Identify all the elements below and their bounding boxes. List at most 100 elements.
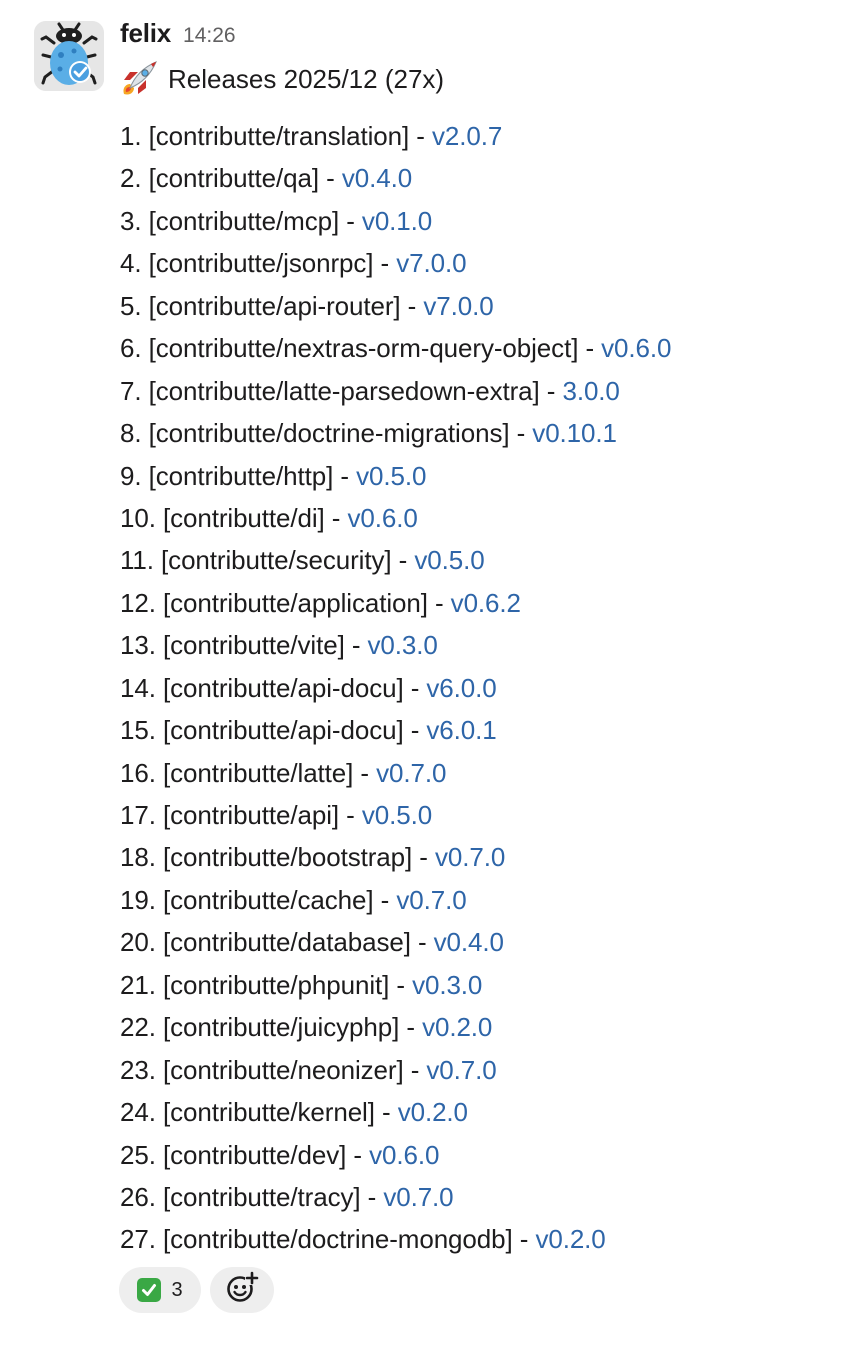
version-link[interactable]: v0.3.0: [412, 970, 482, 1000]
separator: -: [373, 884, 397, 915]
list-item: 21. [contributte/phpunit] - v0.3.0: [120, 964, 671, 1006]
list-item: 14. [contributte/api-docu] - v6.0.0: [120, 667, 671, 709]
check-reaction-button[interactable]: 3: [119, 1267, 201, 1313]
version-link[interactable]: v0.2.0: [422, 1012, 492, 1042]
separator: -: [400, 290, 424, 321]
separator: -: [373, 248, 397, 279]
list-item: 13. [contributte/vite] - v0.3.0: [120, 624, 671, 666]
repo-name: [contributte/translation]: [148, 121, 410, 151]
version-link[interactable]: v0.7.0: [376, 758, 446, 788]
version-link[interactable]: v0.6.0: [601, 333, 671, 363]
release-list: 1. [contributte/translation] - v2.0.7 2. …: [120, 115, 671, 1261]
separator: -: [512, 1224, 536, 1255]
separator: -: [578, 333, 602, 364]
separator: -: [374, 1097, 398, 1128]
version-link[interactable]: v0.7.0: [426, 1055, 496, 1085]
repo-name: [contributte/nextras-orm-query-object]: [148, 333, 579, 364]
list-item-number: 16.: [120, 757, 156, 788]
list-item: 20. [contributte/database] - v0.4.0: [120, 921, 671, 963]
sender-name[interactable]: felix: [120, 18, 171, 49]
list-item-number: 22.: [120, 1012, 156, 1043]
list-item-number: 12.: [120, 587, 156, 618]
list-item-number: 7.: [120, 375, 142, 406]
version-link[interactable]: v2.0.7: [432, 121, 502, 151]
list-item: 15. [contributte/api-docu] - v6.0.1: [120, 709, 671, 751]
version-link[interactable]: v0.7.0: [396, 885, 466, 915]
rocket-icon: [118, 58, 160, 100]
list-item-number: 15.: [120, 715, 156, 746]
list-item: 9. [contributte/http] - v0.5.0: [120, 455, 671, 497]
version-link[interactable]: v0.7.0: [435, 842, 505, 872]
repo-name: [contributte/kernel]: [162, 1097, 375, 1128]
separator: -: [344, 630, 368, 661]
list-item: 8. [contributte/doctrine-migrations] - v…: [120, 412, 671, 454]
version-link[interactable]: v0.2.0: [398, 1097, 468, 1127]
message-timestamp[interactable]: 14:26: [183, 24, 236, 48]
list-item: 2. [contributte/qa] - v0.4.0: [120, 157, 671, 199]
separator: -: [427, 587, 451, 618]
list-item-number: 19.: [120, 884, 156, 915]
version-link[interactable]: v0.6.0: [369, 1140, 439, 1170]
repo-name: [contributte/jsonrpc]: [148, 248, 374, 279]
list-item-number: 5.: [120, 290, 142, 321]
repo-name: [contributte/di]: [162, 502, 325, 533]
version-link[interactable]: v0.4.0: [434, 927, 504, 957]
repo-name: [contributte/dev]: [162, 1139, 347, 1170]
version-link[interactable]: v6.0.0: [426, 673, 496, 703]
version-link[interactable]: v0.7.0: [383, 1182, 453, 1212]
list-item-number: 8.: [120, 418, 142, 449]
repo-name: [contributte/api-docu]: [162, 672, 404, 703]
add-reaction-button[interactable]: [210, 1267, 274, 1313]
list-item-number: 6.: [120, 333, 142, 364]
list-item: 22. [contributte/juicyphp] - v0.2.0: [120, 1006, 671, 1048]
separator: -: [333, 460, 357, 491]
list-item: 18. [contributte/bootstrap] - v0.7.0: [120, 836, 671, 878]
list-item: 23. [contributte/neonizer] - v0.7.0: [120, 1049, 671, 1091]
repo-name: [contributte/api]: [162, 800, 340, 830]
version-link[interactable]: 3.0.0: [562, 376, 619, 406]
repo-name: [contributte/database]: [162, 927, 411, 958]
message-title-text: Releases 2025/12 (27x): [168, 63, 445, 94]
repo-name: [contributte/http]: [148, 460, 334, 491]
version-link[interactable]: v0.5.0: [414, 545, 484, 575]
version-link[interactable]: v0.3.0: [368, 630, 438, 660]
list-item: 16. [contributte/latte] - v0.7.0: [120, 752, 671, 794]
separator: -: [360, 1181, 384, 1212]
list-item: 7. [contributte/latte-parsedown-extra] -…: [120, 370, 671, 412]
separator: -: [391, 545, 415, 576]
message-title: Releases 2025/12 (27x): [118, 57, 444, 101]
version-link[interactable]: v0.5.0: [356, 461, 426, 491]
version-link[interactable]: v7.0.0: [396, 248, 466, 278]
separator: -: [409, 121, 432, 151]
repo-name: [contributte/application]: [162, 587, 428, 618]
version-link[interactable]: v0.2.0: [535, 1224, 605, 1254]
separator: -: [353, 757, 377, 788]
list-item: 1. [contributte/translation] - v2.0.7: [120, 115, 671, 157]
repo-name: [contributte/api-router]: [148, 290, 401, 321]
list-item: 4. [contributte/jsonrpc] - v7.0.0: [120, 242, 671, 284]
repo-name: [contributte/api-docu]: [162, 715, 404, 746]
version-link[interactable]: v0.6.0: [348, 503, 418, 533]
separator: -: [403, 1054, 427, 1085]
list-item: 26. [contributte/tracy] - v0.7.0: [120, 1176, 671, 1218]
repo-name: [contributte/doctrine-migrations]: [148, 418, 510, 449]
version-link[interactable]: v0.6.2: [451, 588, 521, 618]
list-item: 25. [contributte/dev] - v0.6.0: [120, 1134, 671, 1176]
version-link[interactable]: v0.1.0: [362, 206, 432, 236]
version-link[interactable]: v0.4.0: [342, 163, 412, 193]
version-link[interactable]: v0.10.1: [532, 418, 617, 448]
list-item: 10. [contributte/di] - v0.6.0: [120, 497, 671, 539]
list-item-number: 14.: [120, 672, 156, 703]
list-item-number: 17.: [120, 800, 156, 830]
list-item: 17. [contributte/api] - v0.5.0: [120, 794, 671, 836]
separator: -: [412, 842, 435, 873]
list-item: 24. [contributte/kernel] - v0.2.0: [120, 1091, 671, 1133]
separator: -: [339, 800, 362, 830]
version-link[interactable]: v7.0.0: [423, 291, 493, 321]
version-link[interactable]: v6.0.1: [426, 715, 496, 745]
add-reaction-icon: [225, 1271, 259, 1310]
list-item-number: 1.: [120, 121, 142, 151]
version-link[interactable]: v0.5.0: [362, 800, 432, 830]
avatar[interactable]: [34, 21, 104, 91]
separator: -: [403, 715, 427, 746]
